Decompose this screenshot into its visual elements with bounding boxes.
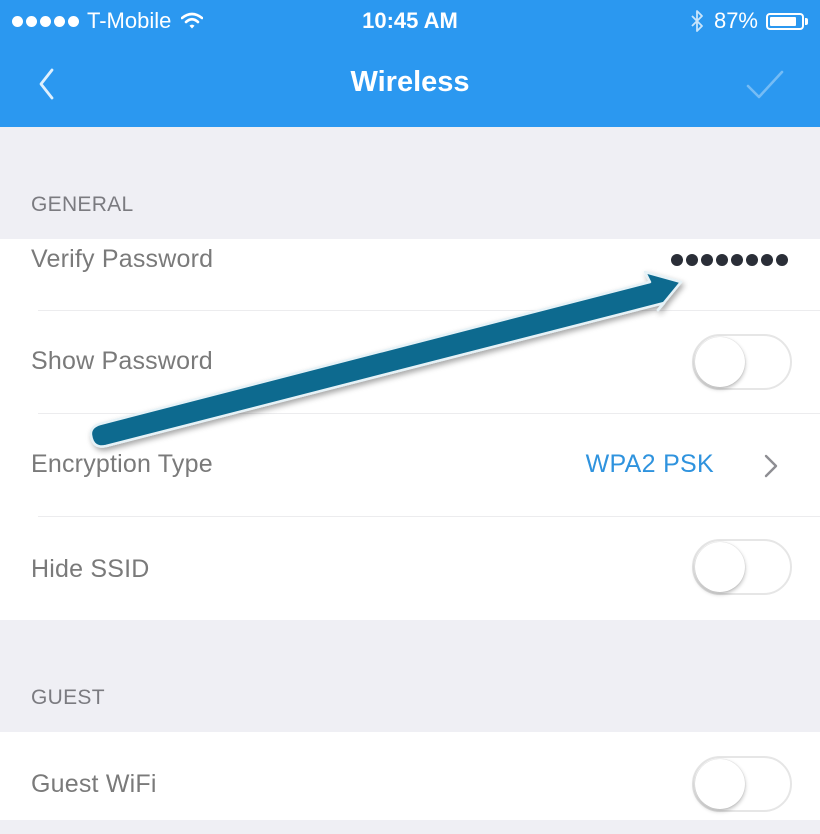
status-right: 87% (690, 8, 808, 34)
guest-wifi-toggle[interactable] (692, 756, 792, 812)
toggle-knob (695, 337, 745, 387)
app-header: T-Mobile 10:45 AM 87% Wireless (0, 0, 820, 127)
show-password-row: Show Password (0, 311, 820, 413)
encryption-type-value: WPA2 PSK (585, 450, 714, 478)
battery-icon (766, 12, 808, 30)
show-password-toggle[interactable] (692, 334, 792, 390)
toggle-knob (695, 542, 745, 592)
section-header-general: GENERAL (31, 193, 134, 216)
section-header-guest: GUEST (31, 686, 105, 709)
status-bar: T-Mobile 10:45 AM 87% (0, 0, 820, 42)
show-password-label: Show Password (31, 347, 213, 375)
encryption-type-label: Encryption Type (31, 450, 213, 478)
hide-ssid-label: Hide SSID (31, 555, 150, 583)
guest-settings-card: Guest WiFi (0, 732, 820, 820)
bluetooth-icon (691, 10, 703, 32)
general-settings-card: Verify Password Show Password Encryption… (0, 239, 820, 620)
encryption-type-row[interactable]: Encryption Type WPA2 PSK (0, 414, 820, 516)
hide-ssid-toggle[interactable] (692, 539, 792, 595)
verify-password-label: Verify Password (31, 245, 214, 273)
navigation-bar: Wireless (0, 42, 820, 127)
battery-level (770, 16, 797, 26)
password-masked-value[interactable] (671, 254, 788, 266)
guest-wifi-label: Guest WiFi (31, 770, 157, 798)
guest-wifi-row: Guest WiFi (0, 732, 820, 834)
verify-password-row[interactable]: Verify Password (0, 239, 820, 310)
confirm-button[interactable] (742, 64, 790, 104)
hide-ssid-row: Hide SSID (0, 517, 820, 620)
toggle-knob (695, 759, 745, 809)
checkmark-icon (746, 70, 784, 99)
battery-percent: 87% (713, 8, 758, 33)
chevron-right-icon (764, 454, 778, 478)
page-title: Wireless (350, 66, 470, 98)
